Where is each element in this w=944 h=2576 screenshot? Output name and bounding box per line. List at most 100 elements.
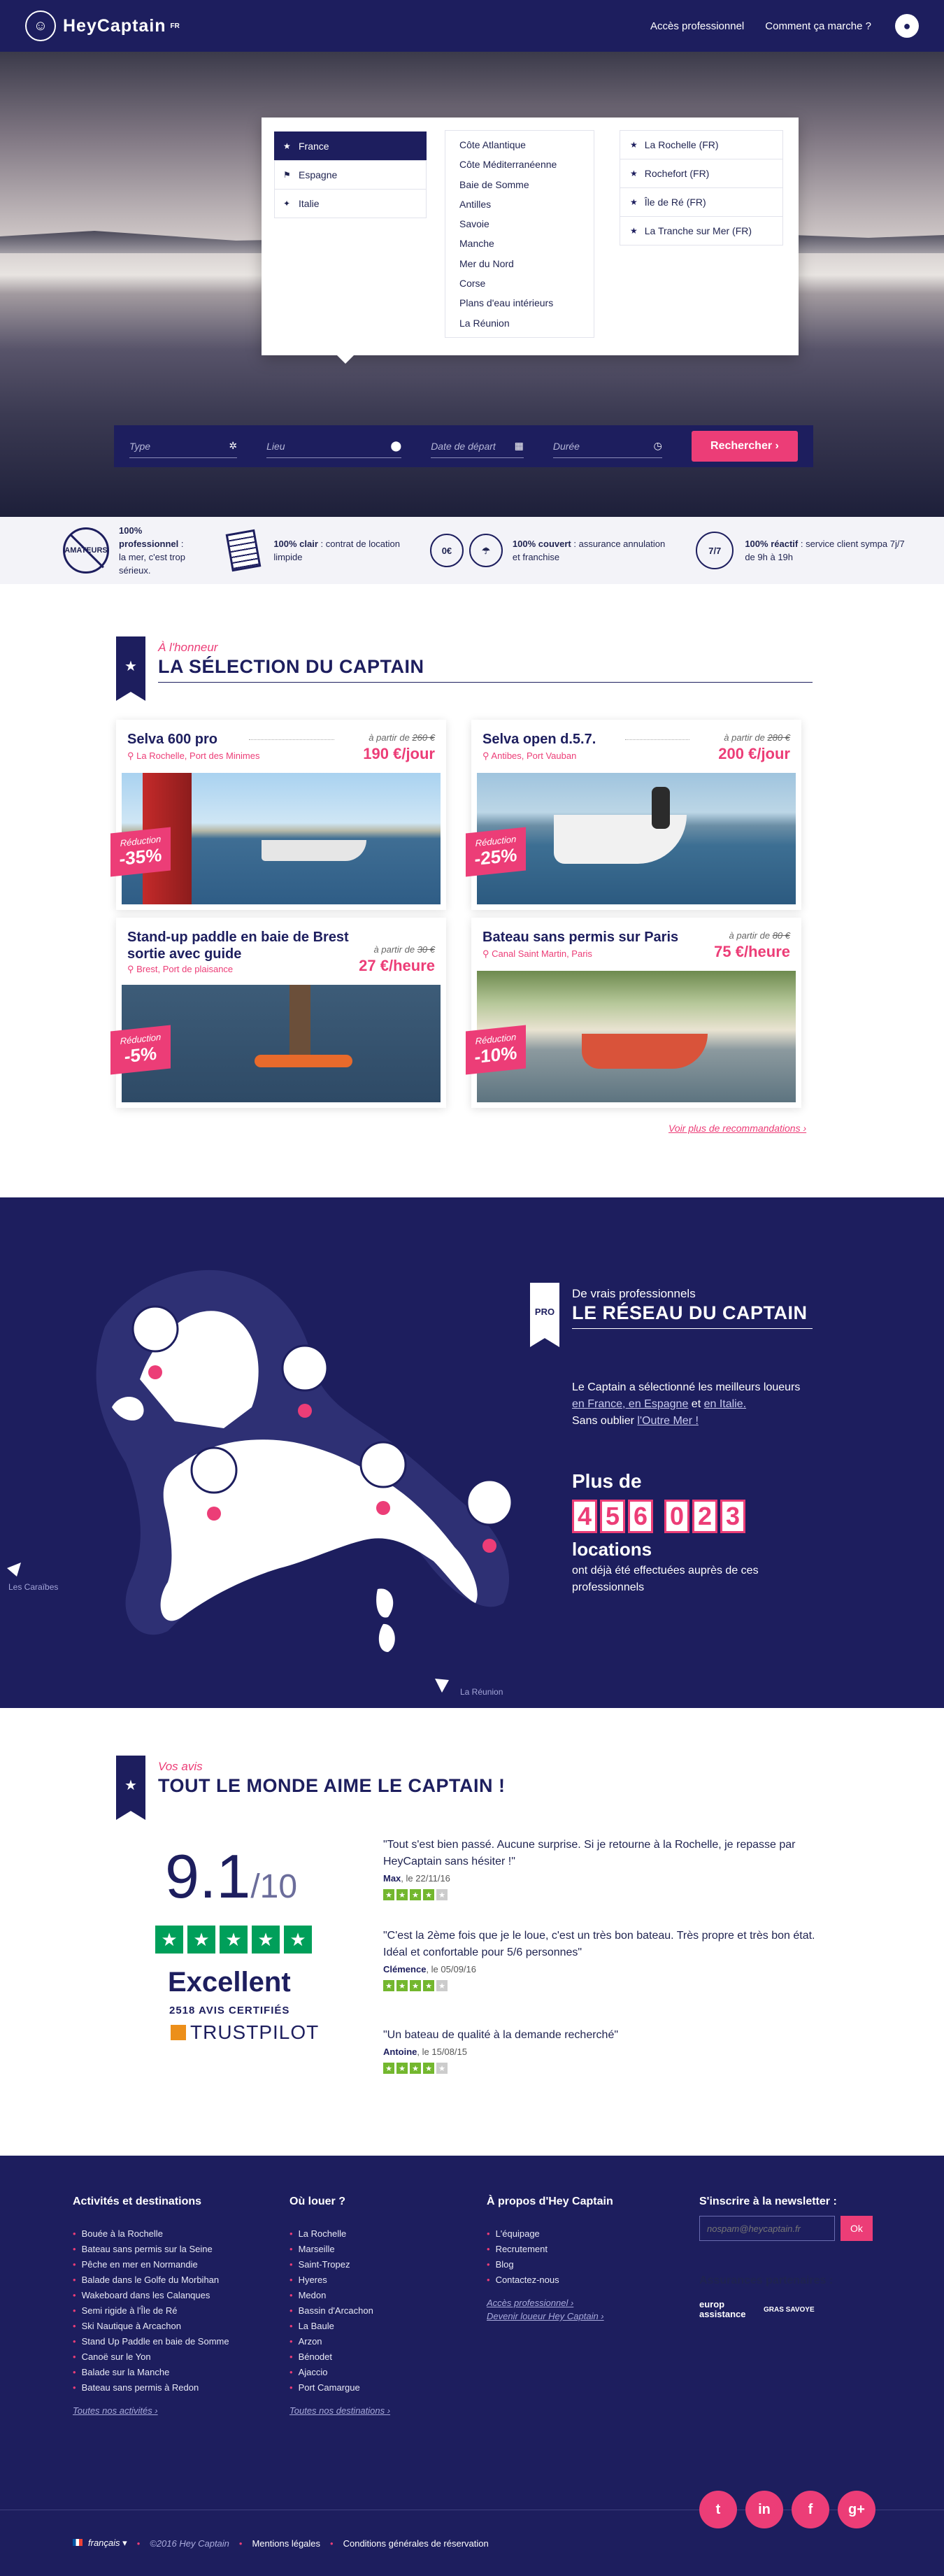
- footer-destination-item[interactable]: Marseille: [289, 2242, 390, 2257]
- footer-activity-item[interactable]: Wakeboard dans les Calanques: [73, 2288, 229, 2303]
- linkedin-icon[interactable]: in: [745, 2491, 783, 2528]
- google-plus-icon[interactable]: g+: [838, 2491, 875, 2528]
- section-title: LE RÉSEAU DU CAPTAIN: [572, 1302, 808, 1323]
- support-icon: 7/7: [694, 525, 735, 576]
- language-selector[interactable]: français ▾: [73, 2538, 127, 2549]
- footer-activity-item[interactable]: Canoë sur le Yon: [73, 2349, 229, 2365]
- footer-destination-item[interactable]: Bénodet: [289, 2349, 390, 2365]
- footer-activity-item[interactable]: Semi rigide à l'Île de Ré: [73, 2303, 229, 2319]
- old-price: 30 €: [417, 944, 435, 955]
- footer-destination-item[interactable]: Arzon: [289, 2334, 390, 2349]
- facebook-icon[interactable]: f: [792, 2491, 829, 2528]
- region-item[interactable]: Mer du Nord: [445, 254, 594, 273]
- review-quote: "Un bateau de qualité à la demande reche…: [383, 2029, 619, 2041]
- footer-activity-item[interactable]: Balade sur la Manche: [73, 2365, 229, 2380]
- city-item[interactable]: ★ Île de Ré (FR): [620, 187, 783, 217]
- search-button[interactable]: Rechercher ›: [691, 431, 799, 462]
- logo[interactable]: ☺ HeyCaptain FR: [25, 10, 180, 41]
- region-item[interactable]: Antilles: [445, 194, 594, 214]
- rating-score: 9.1/10: [165, 1841, 297, 1912]
- footer-about-item[interactable]: Recrutement: [487, 2242, 613, 2257]
- region-item[interactable]: La Réunion: [445, 313, 594, 333]
- footer-activity-item[interactable]: Balade dans le Golfe du Morbihan: [73, 2272, 229, 2288]
- all-destinations-link[interactable]: Toutes nos destinations ›: [289, 2405, 390, 2416]
- country-italy[interactable]: ✦ Italie: [274, 189, 427, 218]
- newsletter-submit-button[interactable]: Ok: [841, 2216, 873, 2241]
- from-label: à partir de: [724, 732, 765, 743]
- trustpilot-logo[interactable]: TRUSTPILOT: [171, 2021, 319, 2044]
- feature-text: 100% réactif : service client sympa 7j/7…: [745, 539, 905, 562]
- nav-pro-access[interactable]: Accès professionnel: [650, 20, 744, 32]
- review-author: Clémence: [383, 1964, 427, 1974]
- footer-activity-item[interactable]: Ski Nautique à Arcachon: [73, 2319, 229, 2334]
- review-stars: ★ ★ ★ ★ ★: [383, 1980, 817, 1991]
- city-item[interactable]: ★ La Tranche sur Mer (FR): [620, 216, 783, 245]
- country-france[interactable]: ★ France: [274, 131, 427, 161]
- twitter-icon[interactable]: t: [699, 2491, 737, 2528]
- city-item[interactable]: ★ La Rochelle (FR): [620, 130, 783, 159]
- france-spain-link[interactable]: en France, en Espagne: [572, 1398, 688, 1410]
- footer-destination-item[interactable]: Port Camargue: [289, 2380, 390, 2396]
- more-recommendations-link[interactable]: Voir plus de recommandations ›: [668, 1123, 806, 1134]
- region-item[interactable]: Plans d'eau intérieurs: [445, 293, 594, 313]
- region-item[interactable]: Côte Méditerranéenne: [445, 155, 594, 174]
- country-spain[interactable]: ⚑ Espagne: [274, 160, 427, 190]
- card-title: Selva 600 pro: [127, 732, 217, 747]
- star-icon: ★: [396, 1980, 408, 1991]
- footer-destination-item[interactable]: La Rochelle: [289, 2226, 390, 2242]
- location-field[interactable]: Lieu ⬤: [266, 434, 402, 458]
- nav-how-it-works[interactable]: Comment ça marche ?: [765, 20, 871, 32]
- duration-field[interactable]: Durée ◷: [552, 434, 662, 458]
- overseas-link[interactable]: l'Outre Mer !: [637, 1415, 699, 1427]
- footer-activity-item[interactable]: Stand Up Paddle en baie de Somme: [73, 2334, 229, 2349]
- boat-card[interactable]: Stand-up paddle en baie de Brest sortie …: [110, 918, 446, 1108]
- legal-link[interactable]: Mentions légales: [252, 2538, 320, 2549]
- become-renter-link[interactable]: Devenir loueur Hey Captain ›: [487, 2311, 613, 2321]
- footer-activity-item[interactable]: Bateau sans permis sur la Seine: [73, 2242, 229, 2257]
- intro-text: et: [691, 1398, 701, 1410]
- date-placeholder: Date de départ: [431, 440, 496, 452]
- footer-destination-item[interactable]: Hyeres: [289, 2272, 390, 2288]
- footer-destination-item[interactable]: Saint-Tropez: [289, 2257, 390, 2272]
- discount-badge: Réduction -5%: [110, 1025, 171, 1075]
- boat-card[interactable]: Selva open d.5.7. ⚲ Antibes, Port Vauban…: [466, 720, 801, 910]
- footer-activity-item[interactable]: Bateau sans permis à Redon: [73, 2380, 229, 2396]
- footer-heading: À propos d'Hey Captain: [487, 2196, 613, 2207]
- footer-about-item[interactable]: Contactez-nous: [487, 2272, 613, 2288]
- partner-name: europ assistance: [699, 2299, 746, 2319]
- type-field[interactable]: Type ✲: [129, 434, 238, 458]
- italy-link[interactable]: en Italie.: [704, 1398, 746, 1410]
- counter-digit: 2: [692, 1500, 717, 1533]
- star-icon: ★: [383, 2063, 394, 2074]
- terms-link[interactable]: Conditions générales de réservation: [343, 2538, 489, 2549]
- footer-destination-item[interactable]: Medon: [289, 2288, 390, 2303]
- pro-access-link[interactable]: Accès professionnel ›: [487, 2298, 613, 2308]
- star-icon: ★: [283, 141, 291, 151]
- region-item[interactable]: Côte Atlantique: [445, 135, 594, 155]
- umbrella-icon: ☂: [469, 534, 503, 567]
- newsletter-email-input[interactable]: [699, 2216, 835, 2241]
- map-pin-icon: ⚲: [482, 948, 492, 959]
- counter-digit: 0: [664, 1500, 689, 1533]
- footer-activity-item[interactable]: Bouée à la Rochelle: [73, 2226, 229, 2242]
- feature-bold: 100% réactif: [745, 539, 799, 549]
- old-price: 280 €: [767, 732, 790, 743]
- date-field[interactable]: Date de départ ▦: [431, 434, 524, 458]
- user-account-icon[interactable]: ●: [895, 14, 919, 38]
- footer-destination-item[interactable]: Ajaccio: [289, 2365, 390, 2380]
- map-pin-icon: ⚲: [127, 964, 137, 974]
- footer-destination-item[interactable]: Bassin d'Arcachon: [289, 2303, 390, 2319]
- region-item[interactable]: Baie de Somme: [445, 175, 594, 194]
- region-item[interactable]: Manche: [445, 234, 594, 253]
- city-item[interactable]: ★ Rochefort (FR): [620, 159, 783, 188]
- footer-about-item[interactable]: L'équipage: [487, 2226, 613, 2242]
- star-icon: ★: [410, 1980, 421, 1991]
- footer-destination-item[interactable]: La Baule: [289, 2319, 390, 2334]
- all-activities-link[interactable]: Toutes nos activités ›: [73, 2405, 229, 2416]
- footer-about-item[interactable]: Blog: [487, 2257, 613, 2272]
- boat-card[interactable]: Selva 600 pro ⚲ La Rochelle, Port des Mi…: [110, 720, 446, 910]
- boat-card[interactable]: Bateau sans permis sur Paris ⚲ Canal Sai…: [466, 918, 801, 1108]
- footer-activity-item[interactable]: Pêche en mer en Normandie: [73, 2257, 229, 2272]
- region-item[interactable]: Savoie: [445, 214, 594, 234]
- region-item[interactable]: Corse: [445, 273, 594, 293]
